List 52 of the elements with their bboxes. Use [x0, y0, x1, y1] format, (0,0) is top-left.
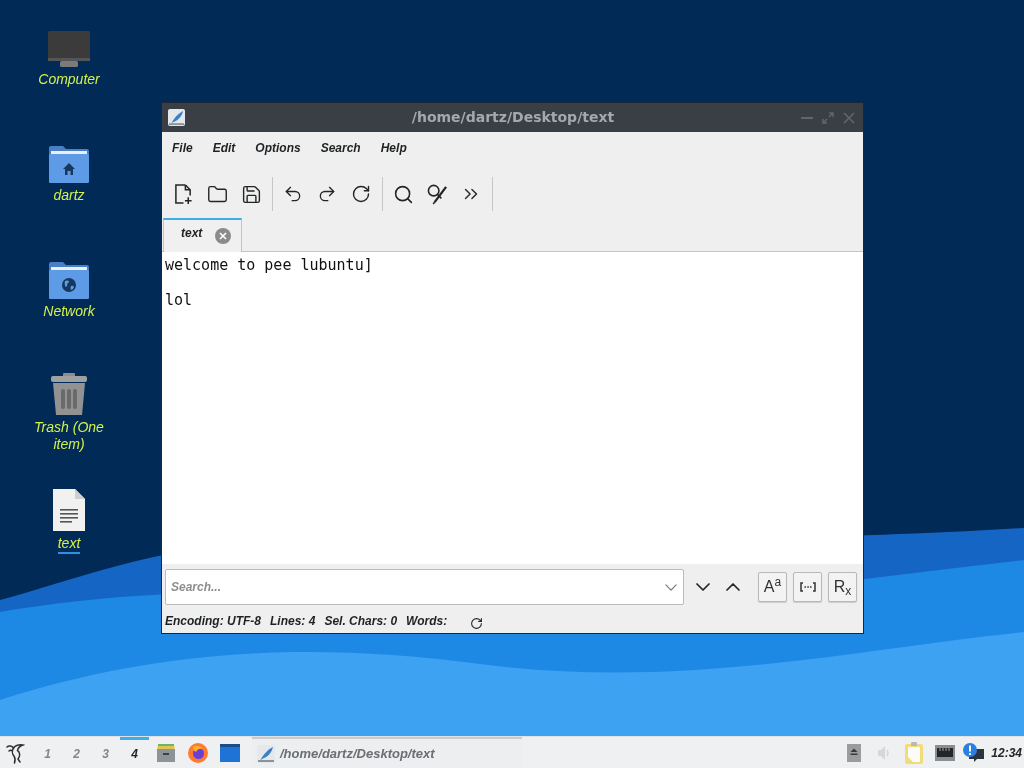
- regex-button[interactable]: R$_{x}$: [828, 571, 857, 602]
- redo-icon: [317, 184, 337, 204]
- monitor-icon: [48, 31, 90, 67]
- bird-logo-icon[interactable]: [5, 741, 25, 764]
- feather-icon: [257, 744, 275, 763]
- network-icon[interactable]: [935, 744, 956, 761]
- status-text: Sel. Chars: 0: [324, 613, 398, 630]
- menu-item[interactable]: File: [162, 139, 203, 157]
- magnifier-pencil-icon: [426, 183, 448, 205]
- chevron-down-icon: [696, 582, 710, 591]
- text-document-icon: [53, 489, 85, 531]
- match-case-button[interactable]: A$^{a}$: [758, 571, 787, 602]
- menu-item[interactable]: Options: [245, 139, 311, 157]
- menu-item[interactable]: Help: [370, 139, 417, 157]
- text-editor[interactable]: welcome to pee lubuntu] lol: [162, 252, 863, 564]
- status-text: Lines: 4: [270, 613, 316, 630]
- window-title: /home/dartz/Desktop/text: [411, 108, 615, 127]
- monitor-icon[interactable]: [220, 743, 240, 762]
- undo-icon: [283, 184, 303, 204]
- trash-icon: [50, 373, 88, 415]
- new-document-icon: [173, 183, 193, 205]
- desktop-icon-label[interactable]: Computer: [38, 71, 100, 88]
- feather-icon: [168, 109, 185, 126]
- desktop-icon-label[interactable]: dartz: [53, 187, 85, 204]
- clipboard-icon[interactable]: [905, 741, 926, 764]
- chevron-up-icon: [726, 582, 740, 591]
- reload-icon: [351, 184, 371, 204]
- refresh-icon[interactable]: [470, 616, 484, 630]
- clock[interactable]: 12:34: [991, 743, 1022, 762]
- bracketed-dashes-icon: [799, 581, 816, 592]
- status-text: Encoding: UTF-8: [165, 613, 261, 630]
- menu-item[interactable]: Edit: [202, 139, 246, 157]
- eject-icon[interactable]: [847, 743, 862, 762]
- close-tab-icon[interactable]: [215, 228, 232, 244]
- editor-text: welcome to pee lubuntu] lol: [165, 257, 373, 310]
- dropdown-caret-icon[interactable]: [665, 583, 677, 591]
- whole-word-button[interactable]: [793, 571, 822, 602]
- desktop-icon-label[interactable]: Trash (One item): [19, 419, 119, 453]
- search-field[interactable]: Search...: [165, 568, 684, 605]
- file-cabinet-icon[interactable]: [157, 743, 175, 762]
- tab[interactable]: text: [163, 218, 242, 252]
- home-folder-icon: [49, 145, 89, 183]
- desktop-switcher-button[interactable]: 4: [120, 737, 149, 768]
- menu-item[interactable]: Search: [310, 139, 371, 157]
- folder-icon: [206, 183, 228, 205]
- status-text: Words:: [406, 613, 448, 630]
- network-folder-icon: [49, 261, 89, 299]
- search-icon: [392, 183, 414, 205]
- notification-icon[interactable]: [963, 742, 986, 763]
- desktop-icon-label[interactable]: text: [57, 535, 81, 554]
- browser-icon[interactable]: [188, 742, 208, 763]
- desktop-icon-label[interactable]: Network: [43, 303, 95, 320]
